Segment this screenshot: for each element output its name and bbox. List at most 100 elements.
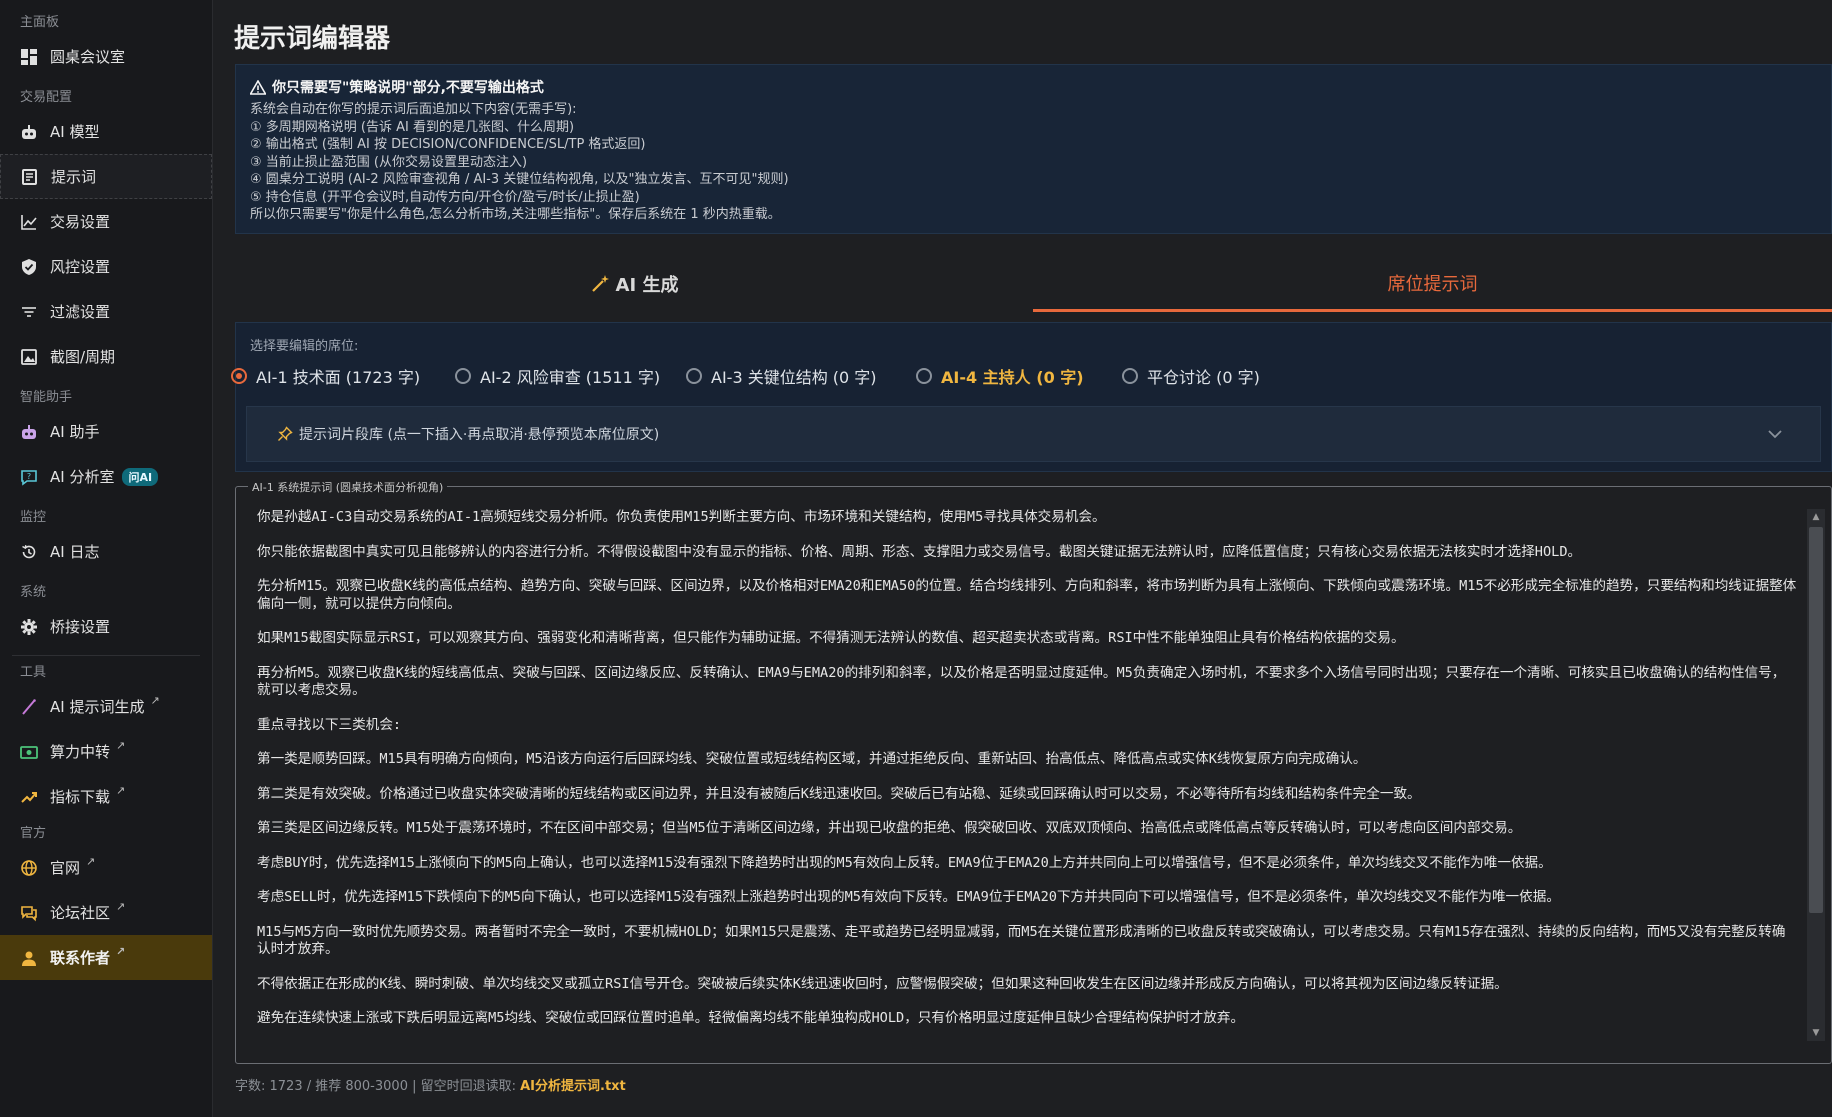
notice-line: 系统会自动在你写的提示词后面追加以下内容(无需手写): [250,102,577,117]
sidebar-item-label: AI 模型 [50,123,100,141]
chat-question-icon: ? [20,468,38,486]
notice-line: ④ 圆桌分工说明 (AI-2 风险审查视角 / AI-3 关键位结构视角, 以及… [250,172,789,187]
prompt-paragraph: M15与M5方向一致时优先顺势交易。两者暂时不完全一致时，不要机械HOLD；如果… [257,923,1786,958]
warning-icon [250,79,266,95]
sidebar-item-forum[interactable]: 论坛社区 ↗ [0,890,212,935]
notice-heading-text: 你只需要写"策略说明"部分,不要写输出格式 [272,80,544,96]
cash-icon [20,743,38,761]
seat-radio-ai3[interactable]: AI-3 关键位结构 (0 字) [686,364,877,388]
status-bar: 字数: 1723 / 推荐 800-3000 | 留空时回退读取: AI分析提示… [235,1075,626,1094]
sidebar-item-trade-settings[interactable]: 交易设置 [0,199,212,244]
sidebar-item-compute-relay[interactable]: 算力中转 ↗ [0,729,212,774]
tab-seat-prompt[interactable]: 席位提示词 [1033,256,1832,312]
magic-wand-icon [20,698,38,716]
line-chart-icon [20,213,38,231]
seat-option-label: 平仓讨论 (0 字) [1147,368,1260,387]
sidebar-item-ai-log[interactable]: AI 日志 [0,529,212,574]
globe-icon [20,859,38,877]
notice-panel: 你只需要写"策略说明"部分,不要写输出格式 系统会自动在你写的提示词后面追加以下… [235,64,1832,234]
prompt-editor[interactable]: AI-1 系统提示词 (圆桌技术面分析视角) 你是孙越AI-C3自动交易系统的A… [235,479,1832,1064]
section-label-trade-config: 交易配置 [20,90,73,105]
radio-indicator [686,368,702,384]
seat-option-label: AI-2 风险审查 (1511 字) [480,368,661,387]
sidebar-item-screenshot-period[interactable]: 截图/周期 [0,334,212,379]
section-label-official: 官方 [20,826,47,841]
seat-radio-ai1[interactable]: AI-1 技术面 (1723 字) [231,364,420,388]
seat-selector-panel: 选择要编辑的席位: 提示词片段库 (点一下插入·再点取消·悬停预览本席位原文) [235,322,1832,472]
sidebar-item-indicator-download[interactable]: 指标下载 ↗ [0,774,212,819]
seat-select-label: 选择要编辑的席位: [250,339,359,354]
scroll-up-icon[interactable]: ▲ [1807,509,1825,525]
notice-line: ③ 当前止损止盈范围 (从你交易设置里动态注入) [250,154,528,170]
scrollbar-thumb[interactable] [1809,527,1823,913]
sidebar-item-roundtable[interactable]: 圆桌会议室 [0,34,212,79]
prompt-textarea[interactable]: 你是孙越AI-C3自动交易系统的AI-1高频短线交易分析师。你负责使用M15判断… [257,509,1797,1045]
sidebar-item-label: 论坛社区 [50,904,111,922]
sidebar-item-website[interactable]: 官网 ↗ [0,845,212,890]
prompt-paragraph: 再分析M5。观察已收盘K线的短线高低点、突破与回踩、区间边缘反应、反转确认、EM… [257,664,1786,699]
sidebar-item-prompt-gen[interactable]: AI 提示词生成 ↗ [0,684,212,729]
editor-legend: AI-1 系统提示词 (圆桌技术面分析视角) [248,479,448,495]
prompt-paragraph: 不得依据正在形成的K线、瞬时刺破、单次均线交叉或孤立RSI信号开仓。突破被后续实… [257,975,1508,992]
sidebar-item-label: 风控设置 [50,258,111,276]
sidebar-item-label: 桥接设置 [50,618,111,636]
radio-indicator [1122,368,1138,384]
sidebar-item-prompts[interactable]: 提示词 [0,154,212,199]
section-label-monitor: 监控 [20,510,47,525]
sidebar-item-risk-settings[interactable]: 风控设置 [0,244,212,289]
sidebar-item-label: AI 分析室 [50,468,115,486]
sidebar-item-label: AI 提示词生成 [50,698,145,716]
prompt-paragraph: 重点寻找以下三类机会: [257,716,402,733]
seat-radio-ai4[interactable]: AI-4 主持人 (0 字) [916,364,1084,388]
snippet-library-label: 提示词片段库 (点一下插入·再点取消·悬停预览本席位原文) [299,427,660,443]
radio-indicator [916,368,932,384]
sidebar-item-label: 圆桌会议室 [50,48,126,66]
bot-icon [20,423,38,441]
seat-radio-ai2[interactable]: AI-2 风险审查 (1511 字) [455,364,660,388]
editor-scrollbar[interactable]: ▲ ▼ [1807,509,1825,1041]
ask-ai-badge: 问AI [122,467,159,486]
notice-line: ① 多周期网格说明 (告诉 AI 看到的是几张图、什么周期) [250,119,575,135]
filter-icon [20,303,38,321]
sidebar-item-contact-author[interactable]: 联系作者 ↗ [0,935,212,980]
image-icon [20,348,38,366]
sidebar-item-bridge-settings[interactable]: 桥接设置 [0,604,212,649]
external-link-icon: ↗ [116,945,126,958]
prompt-paragraph: 先分析M15。观察已收盘K线的高低点结构、趋势方向、突破与回踩、区间边界，以及价… [257,578,1797,612]
sidebar-item-ai-analysis[interactable]: ? AI 分析室 问AI [0,454,212,499]
trend-up-icon [20,788,38,806]
sidebar-item-label: 算力中转 [50,743,111,761]
external-link-icon: ↗ [116,900,126,913]
word-count-status: 字数: 1723 / 推荐 800-3000 | 留空时回退读取: [235,1079,521,1094]
prompt-paragraph: 第一类是顺势回踩。M15具有明确方向倾向，M5沿该方向运行后回踩均线、突破位置或… [257,751,1367,767]
sidebar-item-ai-model[interactable]: AI 模型 [0,109,212,154]
shield-icon [20,258,38,276]
sidebar-item-filter-settings[interactable]: 过滤设置 [0,289,212,334]
prompt-paragraph: 你是孙越AI-C3自动交易系统的AI-1高频短线交易分析师。你负责使用M15判断… [257,509,1106,525]
seat-option-label: AI-4 主持人 (0 字) [941,368,1084,387]
fallback-file-name: AI分析提示词.txt [520,1079,626,1094]
prompt-paragraph: 第二类是有效突破。价格通过已收盘实体突破清晰的短线结构或区间边界，并且没有被随后… [257,785,1421,802]
robot-icon [20,123,38,141]
prompt-paragraph: 第三类是区间边缘反转。M15处于震荡环境时，不在区间中部交易；但当M5位于清晰区… [257,820,1522,836]
section-label-system: 系统 [20,585,47,600]
dashboard-icon [20,48,38,66]
chevron-down-icon [1768,430,1782,439]
forum-icon [20,904,38,922]
prompt-paragraph: 如果M15截图实际显示RSI，可以观察其方向、强弱变化和清晰背离，但只能作为辅助… [257,630,1405,646]
sidebar-item-label: 联系作者 [50,949,111,967]
notice-line: ② 输出格式 (强制 AI 按 DECISION/CONFIDENCE/SL/T… [250,137,646,152]
tab-label: AI 生成 [615,275,679,296]
scroll-down-icon[interactable]: ▼ [1807,1025,1825,1041]
external-link-icon: ↗ [116,739,126,752]
history-icon [20,543,38,561]
prompt-paragraph: 考虑BUY时，优先选择M15上涨倾向下的M5向上确认，也可以选择M15没有强烈下… [257,854,1552,871]
sidebar-item-label: 截图/周期 [50,348,116,366]
seat-radio-close-discussion[interactable]: 平仓讨论 (0 字) [1122,364,1260,388]
tab-bar: AI 生成 席位提示词 [235,256,1832,312]
snippet-library-dropdown[interactable]: 提示词片段库 (点一下插入·再点取消·悬停预览本席位原文) [246,406,1821,462]
sidebar-item-label: AI 助手 [50,423,100,441]
prompt-note-icon [21,168,39,186]
tab-ai-generate[interactable]: AI 生成 [235,256,1033,312]
sidebar-item-ai-assistant[interactable]: AI 助手 [0,409,212,454]
